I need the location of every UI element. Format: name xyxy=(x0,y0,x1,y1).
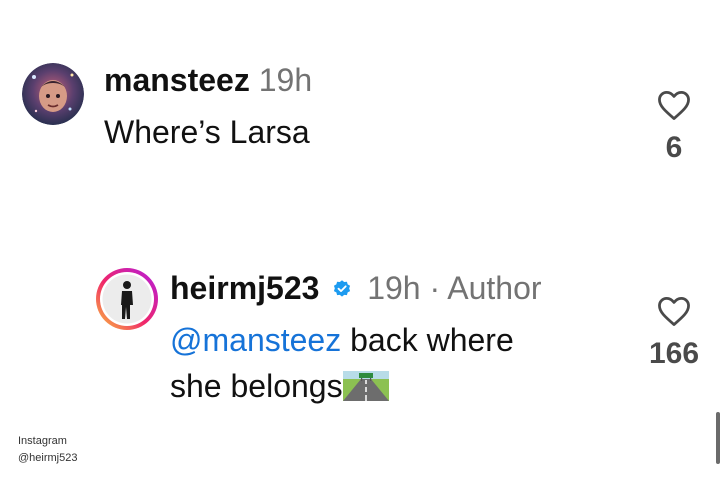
reply-time-author: 19h · Author xyxy=(367,270,542,306)
comment-header: mansteez 19h xyxy=(104,62,312,98)
mention-link[interactable]: @mansteez xyxy=(170,322,341,358)
reply-header: heirmj523 19h · Author xyxy=(170,270,542,306)
heart-icon[interactable] xyxy=(656,295,692,327)
reply-item: heirmj523 19h · Author @mansteez back wh… xyxy=(0,250,728,420)
watermark-line2: @heirmj523 xyxy=(18,452,78,464)
watermark: Instagram @heirmj523 xyxy=(18,433,77,467)
reply-text-part1: back where xyxy=(341,322,514,358)
reply-avatar[interactable] xyxy=(95,267,159,331)
commenter-avatar[interactable] xyxy=(22,63,84,125)
comment-like: 6 xyxy=(634,89,714,165)
reply-username[interactable]: heirmj523 xyxy=(170,270,319,306)
like-count: 166 xyxy=(648,337,700,370)
comment-username[interactable]: mansteez xyxy=(104,62,250,98)
comment-item: mansteez 19h Where’s Larsa 6 xyxy=(0,0,728,200)
like-count: 6 xyxy=(665,131,683,164)
comment-time: 19h xyxy=(258,62,313,98)
reply-text: @mansteez back where she belongs xyxy=(170,317,514,409)
reply-like: 166 xyxy=(634,295,714,371)
scrollbar-thumb[interactable] xyxy=(716,412,720,464)
watermark-line1: Instagram xyxy=(18,435,67,447)
comment-text: Where’s Larsa xyxy=(104,114,310,150)
verified-badge-icon xyxy=(334,279,351,297)
reply-text-part2: she belongs xyxy=(170,368,343,404)
heart-icon[interactable] xyxy=(656,89,692,121)
motorway-emoji-icon xyxy=(342,371,389,401)
